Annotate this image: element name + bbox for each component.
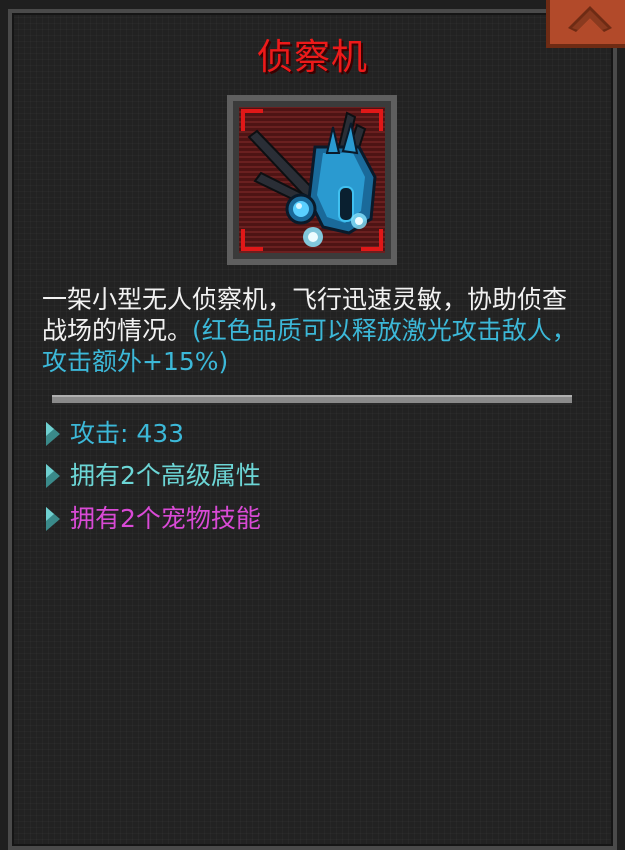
stat-pet-skills-label: 拥有2个宠物技能 [70, 504, 261, 533]
item-icon-background [239, 107, 385, 253]
triangle-bullet-icon [46, 464, 60, 488]
triangle-bullet-icon [46, 507, 60, 531]
stat-attack-label: 攻击: 433 [70, 419, 185, 448]
item-icon-frame [227, 95, 397, 265]
divider [52, 395, 572, 405]
item-description: 一架小型无人侦察机，飞行迅速灵敏，协助侦查战场的情况。(红色品质可以释放激光攻击… [42, 284, 587, 377]
triangle-bullet-icon [46, 422, 60, 446]
stat-pet-skills: 拥有2个宠物技能 [44, 502, 261, 536]
stat-advanced-attributes: 拥有2个高级属性 [44, 459, 261, 493]
recon-drone-icon [247, 111, 377, 247]
item-title: 侦察机 [256, 37, 368, 78]
chevron-up-icon [568, 6, 612, 32]
stat-attack: 攻击: 433 [44, 417, 184, 451]
stat-advanced-attributes-label: 拥有2个高级属性 [70, 461, 261, 490]
